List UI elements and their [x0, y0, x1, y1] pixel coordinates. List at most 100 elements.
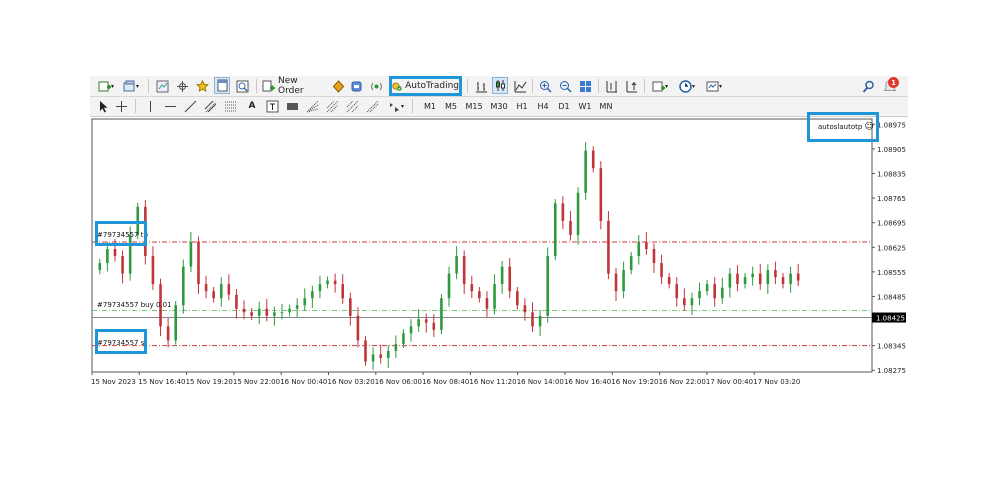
candle-body	[599, 168, 603, 221]
timeframe-d1[interactable]: D1	[554, 99, 574, 114]
timeframe-m1[interactable]: M1	[420, 99, 440, 114]
x-tick-label: 16 Nov 06:00	[375, 378, 422, 386]
autotrading-label: AutoTrading	[405, 81, 459, 91]
candle-body	[386, 350, 390, 358]
rectangle-icon	[286, 102, 298, 110]
y-tick-label: 1.08835	[877, 170, 906, 178]
auto-scroll-button[interactable]	[623, 78, 639, 94]
notifications-button[interactable]: 1	[882, 77, 900, 95]
indicators-icon	[652, 81, 665, 91]
cursor-tool[interactable]	[96, 98, 110, 114]
strategy-tester-button[interactable]	[234, 78, 250, 94]
bar-chart-icon	[475, 81, 487, 92]
web-broadcast-button[interactable]	[368, 78, 384, 94]
indicators-button[interactable]: ▾	[649, 78, 671, 94]
horizontal-line-icon	[164, 105, 176, 107]
vertical-line-tool[interactable]	[143, 98, 157, 114]
timeframe-w1[interactable]: W1	[575, 99, 595, 114]
chart-shift-icon	[606, 80, 617, 92]
meta-editor-button[interactable]	[330, 78, 346, 94]
line-chart-button[interactable]	[512, 78, 528, 94]
candle-body	[478, 291, 481, 299]
y-tick-label: 1.08905	[877, 146, 906, 154]
arrows-tool[interactable]: ▾	[385, 98, 407, 114]
candle-body	[219, 284, 223, 299]
candle-body	[546, 256, 549, 316]
x-tick-label: 16 Nov 22:00	[659, 378, 706, 386]
buy-order-label: #79734557 buy 0.01	[97, 301, 172, 309]
chart-shift-button[interactable]	[603, 78, 619, 94]
candle-body	[212, 291, 215, 299]
templates-button[interactable]: ▾	[703, 78, 725, 94]
cycle-lines-tool[interactable]	[345, 98, 359, 114]
timeframe-h4[interactable]: H4	[533, 99, 553, 114]
candle-body	[265, 308, 269, 316]
x-tick-label: 16 Nov 03:20	[328, 378, 375, 386]
periods-button[interactable]: ▾	[676, 78, 698, 94]
candlestick-button[interactable]	[492, 77, 508, 94]
candle-body	[121, 256, 124, 274]
market-watch-button[interactable]	[154, 78, 170, 94]
candle-body	[379, 354, 382, 358]
new-order-button[interactable]: New Order	[262, 76, 326, 96]
price-chart[interactable]: 1.08975 1.08905 1.08835 1.08765 1.08695 1.086…	[90, 117, 908, 388]
fibonacci-tool[interactable]	[223, 98, 237, 114]
trendline-tool[interactable]	[183, 98, 197, 114]
candle-body	[295, 305, 299, 309]
candle-body	[280, 312, 284, 314]
x-tick-label: 17 Nov 00:40	[706, 378, 753, 386]
y-tick-label: 1.08975	[877, 121, 906, 129]
new-chart-icon	[98, 81, 111, 91]
candle-body	[758, 273, 762, 285]
pitchfork-icon	[326, 100, 338, 112]
candle-body	[455, 256, 458, 274]
timeframe-m30[interactable]: M30	[487, 99, 511, 114]
horizontal-line-tool[interactable]	[163, 98, 177, 114]
search-button[interactable]	[860, 78, 876, 94]
gann-tool[interactable]	[305, 98, 319, 114]
market-watch-icon	[156, 80, 168, 92]
editor-diamond-icon	[332, 79, 344, 93]
candle-body	[652, 249, 656, 264]
profiles-button[interactable]: ▾	[120, 78, 142, 94]
timeframe-mn[interactable]: MN	[596, 99, 616, 114]
candle-body	[470, 284, 474, 292]
candle-body	[197, 241, 200, 285]
timeframe-m15[interactable]: M15	[462, 99, 486, 114]
tile-windows-button[interactable]	[577, 78, 593, 94]
crosshair-move-icon	[176, 80, 188, 92]
candle-body	[364, 340, 367, 362]
fibo-expansion-tool[interactable]	[365, 98, 379, 114]
candle-body	[766, 270, 770, 285]
candle-body	[204, 284, 208, 292]
rectangle-tool[interactable]	[285, 98, 299, 114]
timeframe-h1[interactable]: H1	[512, 99, 532, 114]
fibo-expansion-icon	[366, 100, 378, 112]
navigator-button[interactable]	[194, 78, 210, 94]
bar-chart-button[interactable]	[473, 78, 489, 94]
candle-body	[538, 315, 542, 327]
signals-button[interactable]	[348, 78, 364, 94]
channel-tool[interactable]	[203, 98, 217, 114]
y-tick-label: 1.08625	[877, 244, 906, 252]
zoom-in-button[interactable]	[537, 78, 553, 94]
candle-body	[667, 277, 671, 285]
andrews-pitchfork-tool[interactable]	[325, 98, 339, 114]
timeframe-m5[interactable]: M5	[441, 99, 461, 114]
text-label-tool[interactable]	[265, 98, 279, 114]
terminal-button[interactable]	[214, 77, 230, 94]
x-tick-label: 16 Nov 19:20	[611, 378, 658, 386]
timeframe-bar: M1 M5 M15 M30 H1 H4 D1 W1 MN	[420, 97, 620, 116]
crosshair-tool[interactable]	[114, 98, 128, 114]
text-tool[interactable]: A	[245, 98, 259, 114]
clock-icon	[679, 79, 692, 93]
new-chart-button[interactable]: ▾	[95, 78, 117, 94]
autotrading-button[interactable]: AutoTrading	[389, 76, 462, 96]
zoom-in-icon	[539, 80, 552, 93]
candlestick-icon	[495, 80, 505, 91]
candle-body	[569, 220, 572, 235]
candle-body	[182, 266, 185, 306]
equidistant-channel-icon	[204, 100, 216, 112]
zoom-out-button[interactable]	[557, 78, 573, 94]
data-window-button[interactable]	[174, 78, 190, 94]
